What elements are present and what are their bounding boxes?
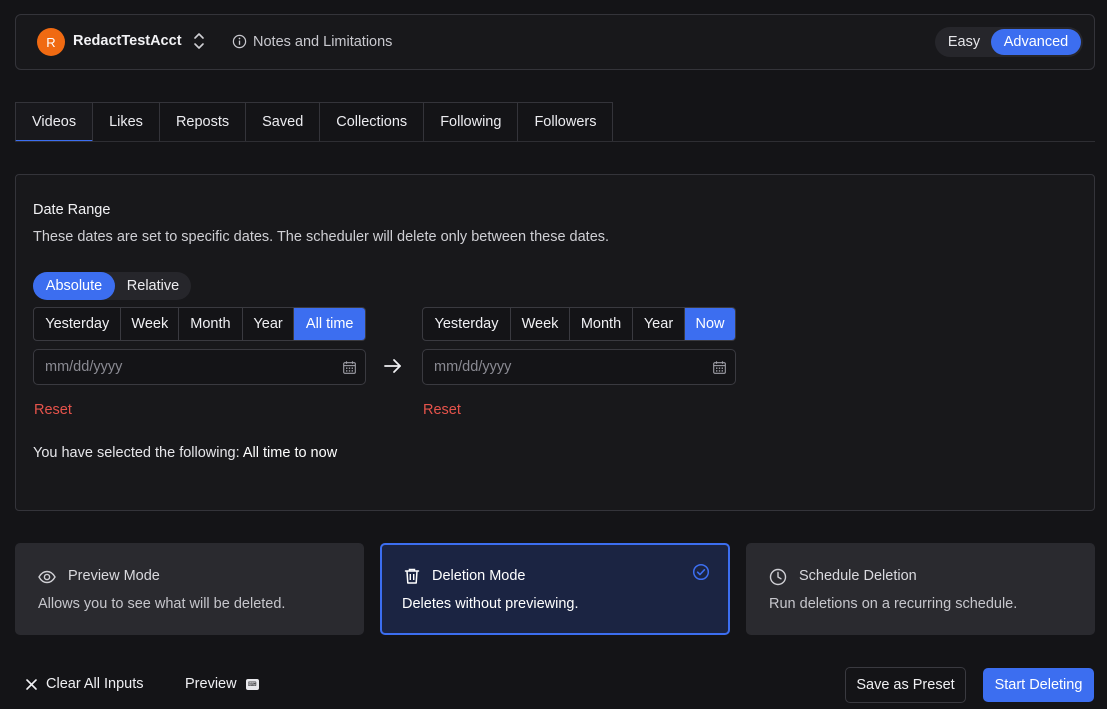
tab-videos[interactable]: Videos bbox=[15, 102, 94, 142]
tab-reposts[interactable]: Reposts bbox=[159, 102, 247, 142]
content-tabs: Videos Likes Reposts Saved Collections F… bbox=[15, 102, 614, 142]
clear-all-inputs-button[interactable]: Clear All Inputs bbox=[25, 676, 144, 692]
end-preset-group: Yesterday Week Month Year Now bbox=[422, 307, 736, 341]
avatar[interactable]: R bbox=[37, 28, 65, 56]
start-preset-all-time[interactable]: All time bbox=[294, 308, 365, 340]
mode-toggle: Easy Advanced bbox=[935, 27, 1083, 57]
date-type-toggle: Absolute Relative bbox=[33, 272, 191, 300]
mode-easy-button[interactable]: Easy bbox=[937, 29, 991, 55]
preview-label: Preview bbox=[185, 676, 237, 692]
start-preset-yesterday[interactable]: Yesterday bbox=[34, 308, 122, 340]
clock-icon bbox=[769, 568, 787, 586]
chevron-up-down-icon[interactable] bbox=[192, 31, 206, 51]
start-preset-group: Yesterday Week Month Year All time bbox=[33, 307, 366, 341]
save-as-preset-button[interactable]: Save as Preset bbox=[845, 667, 966, 703]
mode-advanced-button[interactable]: Advanced bbox=[991, 29, 1081, 55]
preview-mode-description: Allows you to see what will be deleted. bbox=[38, 596, 286, 612]
trash-icon bbox=[404, 568, 420, 584]
check-circle-icon bbox=[692, 563, 710, 581]
relative-toggle-button[interactable]: Relative bbox=[115, 272, 191, 300]
end-reset-link[interactable]: Reset bbox=[423, 402, 461, 418]
start-deleting-button[interactable]: Start Deleting bbox=[983, 668, 1094, 702]
absolute-toggle-button[interactable]: Absolute bbox=[33, 272, 115, 300]
end-date-placeholder: mm/dd/yyyy bbox=[434, 359, 512, 375]
calendar-icon[interactable] bbox=[713, 361, 726, 374]
date-range-title: Date Range bbox=[33, 202, 111, 218]
selection-summary: You have selected the following: All tim… bbox=[33, 445, 337, 461]
account-header: R RedactTestAcct Notes and Limitations E… bbox=[15, 14, 1095, 70]
preview-mode-title: Preview Mode bbox=[68, 568, 160, 584]
keyboard-shortcut-icon: ⌨ bbox=[245, 678, 259, 690]
start-preset-year[interactable]: Year bbox=[243, 308, 295, 340]
schedule-deletion-description: Run deletions on a recurring schedule. bbox=[769, 596, 1018, 612]
account-name[interactable]: RedactTestAcct bbox=[73, 33, 182, 49]
tab-likes[interactable]: Likes bbox=[93, 102, 160, 142]
eye-icon bbox=[38, 570, 56, 584]
end-preset-yesterday[interactable]: Yesterday bbox=[423, 308, 511, 340]
date-range-panel: Date Range These dates are set to specif… bbox=[15, 174, 1095, 511]
close-icon bbox=[26, 678, 37, 690]
end-date-input[interactable]: mm/dd/yyyy bbox=[422, 349, 736, 385]
deletion-mode-card[interactable]: Deletion Mode Deletes without previewing… bbox=[380, 543, 730, 635]
tabs-divider bbox=[15, 141, 1095, 142]
selection-summary-prefix: You have selected the following: bbox=[33, 445, 240, 461]
start-preset-month[interactable]: Month bbox=[179, 308, 243, 340]
notes-and-limitations-link[interactable]: Notes and Limitations bbox=[253, 34, 392, 50]
start-date-input[interactable]: mm/dd/yyyy bbox=[33, 349, 366, 385]
tab-saved[interactable]: Saved bbox=[246, 102, 321, 142]
info-icon[interactable] bbox=[232, 34, 247, 49]
start-preset-week[interactable]: Week bbox=[121, 308, 180, 340]
end-preset-now[interactable]: Now bbox=[685, 308, 735, 340]
tab-following[interactable]: Following bbox=[424, 102, 519, 142]
end-preset-week[interactable]: Week bbox=[511, 308, 570, 340]
date-range-description: These dates are set to specific dates. T… bbox=[33, 229, 610, 245]
schedule-deletion-card[interactable]: Schedule Deletion Run deletions on a rec… bbox=[746, 543, 1095, 635]
tab-followers[interactable]: Followers bbox=[518, 102, 614, 142]
schedule-deletion-title: Schedule Deletion bbox=[799, 568, 917, 584]
tab-collections[interactable]: Collections bbox=[320, 102, 425, 142]
start-date-placeholder: mm/dd/yyyy bbox=[45, 359, 123, 375]
preview-button[interactable]: Preview ⌨ bbox=[185, 676, 259, 692]
arrow-right-icon bbox=[384, 359, 401, 373]
start-reset-link[interactable]: Reset bbox=[34, 402, 72, 418]
calendar-icon[interactable] bbox=[343, 361, 356, 374]
end-preset-year[interactable]: Year bbox=[633, 308, 685, 340]
deletion-mode-title: Deletion Mode bbox=[432, 568, 526, 584]
clear-all-inputs-label: Clear All Inputs bbox=[46, 676, 144, 692]
preview-mode-card[interactable]: Preview Mode Allows you to see what will… bbox=[15, 543, 364, 635]
selection-summary-value: All time to now bbox=[242, 445, 338, 461]
end-preset-month[interactable]: Month bbox=[570, 308, 633, 340]
deletion-mode-description: Deletes without previewing. bbox=[402, 596, 579, 612]
